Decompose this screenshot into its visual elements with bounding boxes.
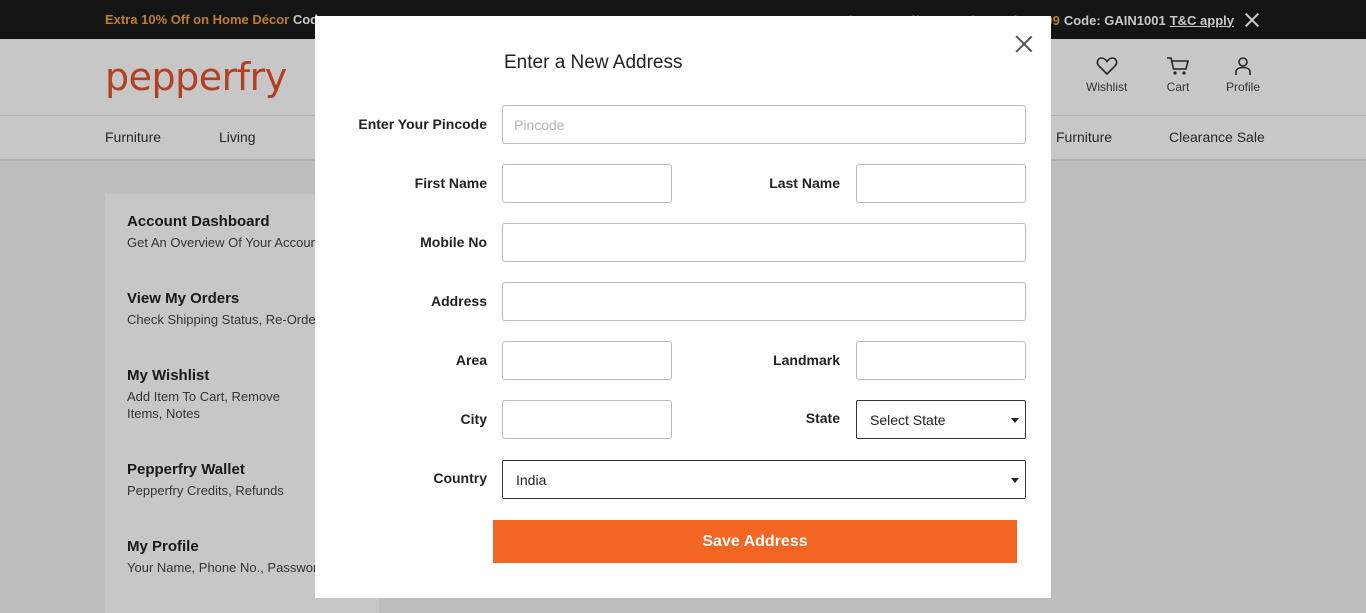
landmark-input[interactable] — [856, 341, 1026, 380]
city-label: City — [460, 411, 487, 427]
city-input[interactable] — [502, 400, 672, 439]
state-label: State — [805, 410, 840, 426]
save-address-button[interactable]: Save Address — [493, 520, 1017, 563]
address-input[interactable] — [502, 282, 1026, 321]
country-label: Country — [433, 470, 487, 486]
area-label: Area — [455, 352, 487, 368]
pincode-label: Enter Your Pincode — [358, 116, 487, 132]
chevron-down-icon — [1011, 478, 1019, 483]
state-select[interactable]: Select State — [856, 400, 1026, 439]
modal-title: Enter a New Address — [504, 52, 683, 73]
mobile-input[interactable] — [502, 223, 1026, 262]
new-address-modal: Enter a New Address Enter Your Pincode F… — [315, 16, 1051, 598]
landmark-label: Landmark — [773, 352, 840, 368]
country-select-value: India — [516, 471, 547, 488]
last-name-label: Last Name — [769, 175, 840, 191]
close-icon[interactable] — [1015, 35, 1033, 53]
last-name-input[interactable] — [856, 164, 1026, 203]
area-input[interactable] — [502, 341, 672, 380]
state-select-value: Select State — [870, 411, 946, 428]
pincode-input[interactable] — [502, 105, 1026, 144]
country-select[interactable]: India — [502, 460, 1026, 499]
chevron-down-icon — [1011, 418, 1019, 423]
first-name-label: First Name — [414, 175, 487, 191]
address-label: Address — [430, 293, 487, 309]
mobile-label: Mobile No — [420, 234, 487, 250]
first-name-input[interactable] — [502, 164, 672, 203]
